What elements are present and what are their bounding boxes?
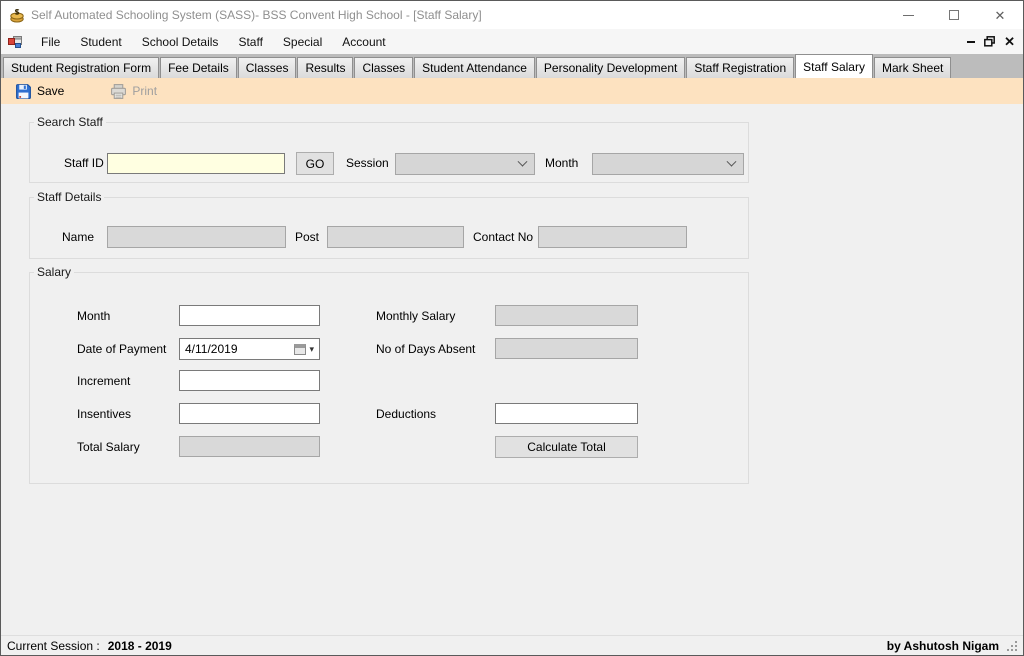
calendar-icon xyxy=(294,344,306,355)
month-select[interactable] xyxy=(592,153,744,175)
current-session-label: Current Session : xyxy=(7,639,100,653)
no-of-days-absent-label: No of Days Absent xyxy=(376,339,475,360)
tab-strip: Student Registration Form Fee Details Cl… xyxy=(1,54,1023,78)
save-button[interactable]: Save xyxy=(9,81,70,102)
menu-bar: File Student School Details Staff Specia… xyxy=(1,29,1023,54)
search-staff-group-title: Search Staff xyxy=(34,115,106,129)
post-input xyxy=(327,226,464,248)
menu-school-details[interactable]: School Details xyxy=(132,31,229,53)
salary-month-label: Month xyxy=(77,306,110,327)
tab-classes-2[interactable]: Classes xyxy=(354,57,413,78)
insentives-label: Insentives xyxy=(77,404,131,425)
total-salary-input xyxy=(179,436,320,457)
save-floppy-icon xyxy=(15,83,32,100)
deductions-label: Deductions xyxy=(376,404,436,425)
deductions-input[interactable] xyxy=(495,403,638,424)
session-label: Session xyxy=(346,153,389,174)
print-button-label: Print xyxy=(132,84,157,98)
name-input xyxy=(107,226,286,248)
menu-student[interactable]: Student xyxy=(70,31,131,53)
tab-results[interactable]: Results xyxy=(297,57,353,78)
app-window: Self Automated Schooling System (SASS)- … xyxy=(0,0,1024,656)
close-button[interactable]: ✕ xyxy=(977,1,1023,29)
date-of-payment-value: 4/11/2019 xyxy=(185,342,294,356)
mdi-minimize-icon xyxy=(967,40,975,43)
no-of-days-absent-input xyxy=(495,338,638,359)
chevron-down-icon xyxy=(727,156,737,166)
tab-student-registration-form[interactable]: Student Registration Form xyxy=(3,57,159,78)
insentives-input[interactable] xyxy=(179,403,320,424)
tab-fee-details[interactable]: Fee Details xyxy=(160,57,237,78)
contact-no-input xyxy=(538,226,687,248)
tab-mark-sheet[interactable]: Mark Sheet xyxy=(874,57,951,78)
current-session-value: 2018 - 2019 xyxy=(108,639,172,653)
form-icon xyxy=(7,34,23,50)
contact-no-label: Contact No xyxy=(473,227,533,248)
mdi-restore-button[interactable] xyxy=(984,35,995,49)
maximize-button[interactable] xyxy=(931,1,977,29)
date-of-payment-picker[interactable]: 4/11/2019 ▾ xyxy=(179,338,320,360)
tab-staff-registration[interactable]: Staff Registration xyxy=(686,57,794,78)
increment-label: Increment xyxy=(77,371,130,392)
staff-id-label: Staff ID xyxy=(64,153,104,174)
search-staff-group: Search Staff Staff ID GO Session Month xyxy=(29,115,749,183)
post-label: Post xyxy=(295,227,319,248)
go-button[interactable]: GO xyxy=(296,152,334,175)
month-filter-label: Month xyxy=(545,153,578,174)
tab-personality-development[interactable]: Personality Development xyxy=(536,57,685,78)
toolbar: Save Print xyxy=(1,78,1023,104)
menu-special[interactable]: Special xyxy=(273,31,332,53)
mdi-minimize-button[interactable] xyxy=(967,35,975,49)
print-icon xyxy=(110,83,127,100)
salary-month-input[interactable] xyxy=(179,305,320,326)
menu-file[interactable]: File xyxy=(31,31,70,53)
print-button[interactable]: Print xyxy=(104,81,163,102)
dropdown-arrow-icon: ▾ xyxy=(309,345,314,354)
monthly-salary-input xyxy=(495,305,638,326)
resize-grip[interactable] xyxy=(1007,641,1017,651)
staff-id-input[interactable] xyxy=(107,153,285,174)
mdi-window-controls: ✕ xyxy=(967,35,1023,49)
date-of-payment-label: Date of Payment xyxy=(77,339,166,360)
name-label: Name xyxy=(62,227,94,248)
calculate-total-button[interactable]: Calculate Total xyxy=(495,436,638,458)
mdi-close-button[interactable]: ✕ xyxy=(1004,35,1015,49)
status-bar: Current Session : 2018 - 2019 by Ashutos… xyxy=(1,635,1023,655)
window-title: Self Automated Schooling System (SASS)- … xyxy=(31,8,482,22)
staff-salary-form: Search Staff Staff ID GO Session Month S… xyxy=(1,104,1023,635)
tab-student-attendance[interactable]: Student Attendance xyxy=(414,57,535,78)
save-button-label: Save xyxy=(37,84,64,98)
staff-details-group-title: Staff Details xyxy=(34,190,104,204)
salary-group: Salary Month Monthly Salary Date of Paym… xyxy=(29,265,749,484)
menu-account[interactable]: Account xyxy=(332,31,395,53)
total-salary-label: Total Salary xyxy=(77,437,140,458)
window-controls: ✕ xyxy=(885,1,1023,29)
title-bar: Self Automated Schooling System (SASS)- … xyxy=(1,1,1023,29)
monthly-salary-label: Monthly Salary xyxy=(376,306,455,327)
tab-staff-salary[interactable]: Staff Salary xyxy=(795,54,873,78)
salary-group-title: Salary xyxy=(34,265,74,279)
author-credit: by Ashutosh Nigam xyxy=(887,639,999,653)
session-select[interactable] xyxy=(395,153,535,175)
maximize-icon xyxy=(949,10,959,20)
tab-classes-1[interactable]: Classes xyxy=(238,57,297,78)
chevron-down-icon xyxy=(518,156,528,166)
minimize-icon xyxy=(903,15,914,16)
staff-details-group: Staff Details Name Post Contact No xyxy=(29,190,749,259)
mdi-restore-icon xyxy=(984,36,995,47)
app-money-icon xyxy=(9,7,25,23)
mdi-close-icon: ✕ xyxy=(1004,35,1015,48)
minimize-button[interactable] xyxy=(885,1,931,29)
menu-staff[interactable]: Staff xyxy=(228,31,272,53)
close-icon: ✕ xyxy=(995,9,1006,22)
increment-input[interactable] xyxy=(179,370,320,391)
